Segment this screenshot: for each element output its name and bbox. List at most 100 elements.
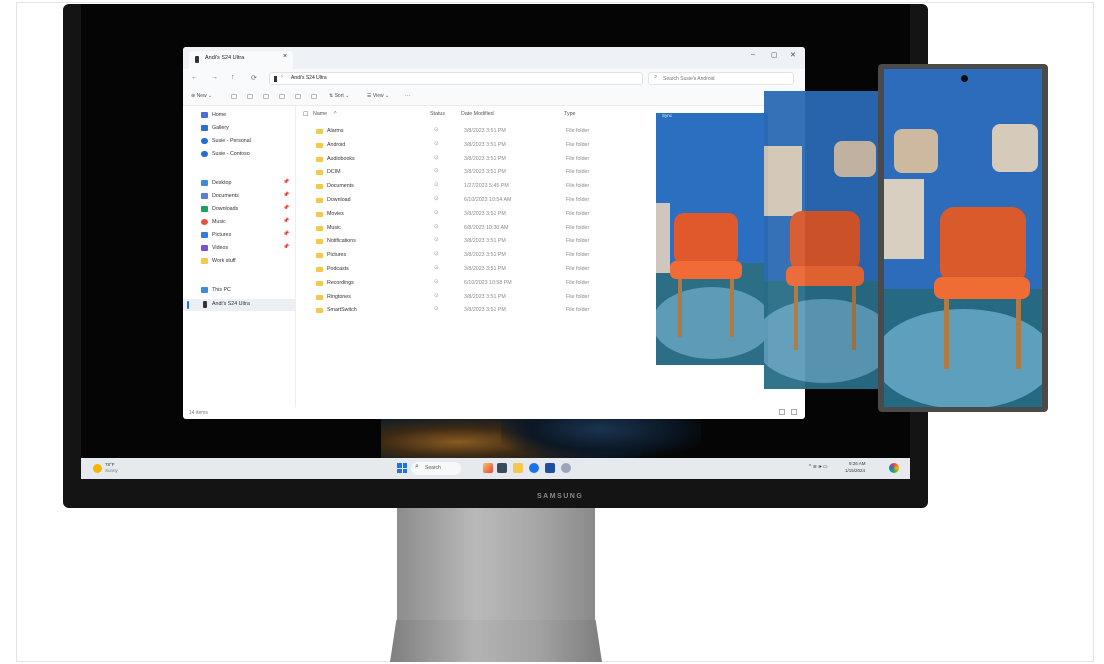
- sidebar-item-videos[interactable]: Videos 📌: [183, 243, 295, 255]
- sidebar-item-home[interactable]: Home: [183, 110, 295, 122]
- breadcrumb[interactable]: Andi's S24 Ultra: [291, 75, 327, 81]
- sync-status-icon: ⊙: [434, 251, 439, 258]
- copy-icon[interactable]: [247, 94, 253, 99]
- file-name: Alarms: [327, 128, 344, 134]
- settings-icon[interactable]: [561, 463, 571, 473]
- share-icon[interactable]: [295, 94, 301, 99]
- up-button[interactable]: ↑: [231, 74, 235, 81]
- column-header-date[interactable]: Date Modified: [461, 111, 494, 117]
- details-view-icon[interactable]: [779, 409, 785, 415]
- table-row[interactable]: Android ⊙ 3/8/2023 3:51 PM File folder: [296, 139, 636, 153]
- maximize-button[interactable]: ▢: [771, 51, 778, 59]
- desktop-icon: [201, 180, 208, 186]
- file-type: File folder: [566, 279, 590, 286]
- photo-label: Sync: [662, 113, 673, 118]
- cut-icon[interactable]: [231, 94, 237, 99]
- table-row[interactable]: Audiobooks ⊙ 3/8/2023 3:51 PM File folde…: [296, 153, 636, 167]
- file-type: File folder: [566, 197, 590, 203]
- edge-browser-icon[interactable]: [529, 463, 539, 473]
- sort-button[interactable]: ⇅ Sort ⌄: [329, 93, 349, 99]
- sync-status-icon: ⊙: [434, 237, 439, 244]
- cloud-icon: [201, 151, 208, 157]
- table-row[interactable]: Podcasts ⊙ 3/8/2023 3:51 PM File folder: [296, 263, 636, 277]
- sidebar-item-susie-personal[interactable]: Susie - Personal: [183, 136, 295, 148]
- file-name: Podcasts: [327, 266, 349, 272]
- sync-status-icon: ⊙: [434, 306, 439, 313]
- tab-close-button[interactable]: ×: [283, 53, 287, 60]
- table-row[interactable]: DCIM ⊙ 3/8/2023 3:51 PM File folder: [296, 166, 636, 180]
- refresh-button[interactable]: ⟳: [251, 74, 257, 82]
- start-button[interactable]: [397, 463, 407, 473]
- navigation-pane: Home Gallery Susie - Personal Susie - Co…: [183, 105, 296, 407]
- sidebar-item-downloads[interactable]: Downloads 📌: [183, 204, 295, 216]
- folder-icon: [316, 142, 323, 148]
- table-row[interactable]: SmartSwitch ⊙ 3/8/2023 3:51 PM File fold…: [296, 304, 636, 318]
- column-header-status[interactable]: Status: [430, 111, 445, 117]
- sync-status-icon: ⊙: [434, 140, 439, 147]
- phone-icon: [195, 56, 199, 63]
- taskbar-search[interactable]: ⌕ Search: [411, 462, 461, 475]
- forward-button[interactable]: →: [211, 74, 218, 81]
- sidebar-item-documents[interactable]: Documents 📌: [183, 191, 295, 203]
- more-button[interactable]: ···: [405, 93, 410, 99]
- file-name: DCIM: [327, 169, 341, 176]
- address-bar[interactable]: › Andi's S24 Ultra: [269, 72, 643, 85]
- folder-icon: [316, 267, 323, 272]
- system-tray[interactable]: ^ ≋ 🕪 ▭: [809, 464, 828, 470]
- tiles-view-icon[interactable]: [791, 409, 797, 415]
- minimize-button[interactable]: –: [751, 51, 755, 58]
- folder-icon: [316, 294, 323, 300]
- back-button[interactable]: ←: [191, 74, 198, 81]
- table-row[interactable]: Pictures ⊙ 3/8/2023 3:51 PM File folder: [296, 249, 636, 263]
- table-row[interactable]: Recordings ⊙ 6/10/2023 10:58 PM File fol…: [296, 277, 636, 291]
- clock-date[interactable]: 1/15/2024: [845, 468, 865, 473]
- select-all-checkbox[interactable]: ☐: [303, 111, 308, 118]
- file-explorer-icon[interactable]: [513, 463, 523, 473]
- column-header-type[interactable]: Type: [564, 111, 575, 117]
- sidebar-item-andis-s24-ultra[interactable]: Andi's S24 Ultra: [183, 299, 295, 311]
- clock-time[interactable]: 9:26 AM: [849, 461, 866, 466]
- rename-icon[interactable]: [279, 94, 285, 99]
- sidebar-item-work-stuff[interactable]: Work stuff: [183, 256, 295, 268]
- view-button[interactable]: ☰ View ⌄: [367, 93, 389, 99]
- sidebar-item-desktop[interactable]: Desktop 📌: [183, 178, 295, 190]
- paste-icon[interactable]: [263, 94, 269, 99]
- sidebar-item-label: Home: [212, 112, 227, 118]
- sidebar-item-this-pc[interactable]: This PC: [183, 285, 295, 297]
- close-button[interactable]: ✕: [790, 51, 796, 59]
- pin-icon: 📌: [283, 179, 290, 185]
- folder-icon: [316, 280, 323, 286]
- copilot-icon[interactable]: [889, 463, 899, 473]
- table-row[interactable]: Documents ⊙ 1/27/2023 5:45 PM File folde…: [296, 180, 636, 194]
- weather-sun-icon[interactable]: [93, 464, 102, 473]
- store-icon[interactable]: [545, 463, 555, 473]
- documents-icon: [201, 193, 208, 199]
- file-date: 3/8/2023 3:51 PM: [464, 169, 506, 176]
- title-bar: Andi's S24 Ultra × – ▢ ✕: [183, 47, 805, 69]
- delete-icon[interactable]: [311, 94, 317, 99]
- table-row[interactable]: Movies ⊙ 3/8/2023 3:51 PM File folder: [296, 208, 636, 222]
- new-button[interactable]: ⊕ New ⌄: [191, 93, 212, 99]
- sidebar-item-label: Music: [212, 219, 226, 225]
- sidebar-item-susie-contoso[interactable]: Susie - Contoso: [183, 149, 295, 161]
- table-row[interactable]: Ringtones ⊙ 3/8/2023 3:51 PM File folder: [296, 291, 636, 305]
- file-type: File folder: [566, 224, 590, 231]
- folder-icon: [316, 308, 323, 314]
- table-row[interactable]: Music ⊙ 6/8/2023 10:30 AM File folder: [296, 222, 636, 236]
- monitor-stand-neck: [397, 508, 595, 622]
- task-view-icon[interactable]: [497, 463, 507, 473]
- sidebar-item-label: Gallery: [212, 125, 229, 131]
- folder-icon: [316, 156, 323, 162]
- table-row[interactable]: Notifications ⊙ 3/8/2023 3:51 PM File fo…: [296, 235, 636, 249]
- sidebar-item-pictures[interactable]: Pictures 📌: [183, 230, 295, 242]
- copilot-app-icon[interactable]: [483, 463, 493, 473]
- sidebar-item-music[interactable]: Music 📌: [183, 217, 295, 229]
- sidebar-item-label: Documents: [212, 193, 239, 199]
- search-box[interactable]: ⌕: [648, 72, 794, 85]
- sidebar-item-gallery[interactable]: Gallery: [183, 123, 295, 135]
- search-input[interactable]: [663, 74, 789, 83]
- table-row[interactable]: Alarms ⊙ 3/8/2023 3:51 PM File folder: [296, 125, 636, 139]
- table-row[interactable]: Download ⊙ 6/10/2023 10:54 AM File folde…: [296, 194, 636, 208]
- explorer-tab[interactable]: Andi's S24 Ultra ×: [189, 51, 293, 69]
- column-header-name[interactable]: Name: [313, 111, 327, 117]
